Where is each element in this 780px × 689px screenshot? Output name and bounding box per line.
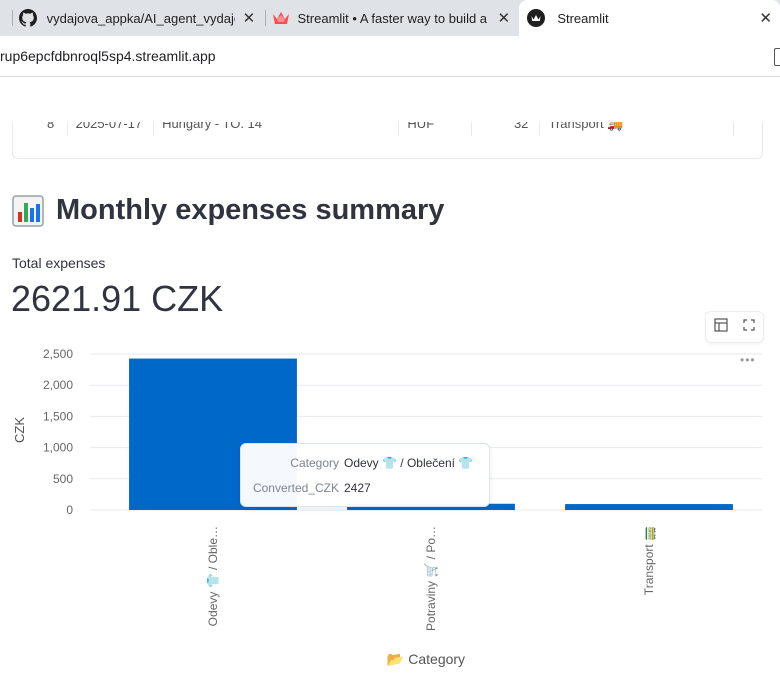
y-tick-label: 2,500 — [43, 347, 73, 361]
table-cell: Hungary - TO. 14 — [154, 122, 400, 136]
table-cell: Transport 🚚 — [540, 122, 735, 136]
table-cell: HUF — [399, 122, 472, 136]
x-tick-label: Potraviny 🛒 / Po… — [424, 526, 438, 631]
metric-label: Total expenses — [12, 255, 106, 271]
x-axis-ticks: Odevy 👕 / Oble… Potraviny 🛒 / Po… Transpor… — [206, 526, 656, 631]
streamlit-favicon — [527, 9, 546, 27]
close-tab-icon[interactable]: ✕ — [243, 9, 256, 27]
browser-edge-icon — [774, 48, 780, 66]
address-bar[interactable]: rup6epcfdbnroql5sp4.streamlit.app — [0, 36, 780, 77]
tab-github[interactable]: vydajova_appka/AI_agent_vydajo ✕ — [13, 0, 265, 36]
x-tick-label: Transport 🚃 — [642, 526, 656, 595]
page-title: Monthly expenses summary — [12, 194, 444, 227]
close-tab-icon[interactable]: ✕ — [759, 9, 772, 27]
x-tick-label: Odevy 👕 / Oble… — [206, 526, 220, 626]
table-cell: 2025-07-17 — [68, 122, 155, 136]
tooltip-key: Category — [290, 456, 339, 470]
github-icon — [18, 9, 37, 27]
bar-chart[interactable]: 0 500 1,000 1,500 2,000 2,500 Odevy 👕 / Oble…… — [0, 340, 780, 689]
y-tick-label: 500 — [53, 472, 73, 486]
table-cell: 8 — [13, 122, 68, 136]
tab-streamlit-active[interactable]: Streamlit ✕ — [519, 0, 780, 36]
table-row: 8 2025-07-17 Hungary - TO. 14 HUF 32 Tra… — [13, 122, 762, 136]
y-tick-label: 0 — [66, 503, 73, 517]
expenses-table[interactable]: 8 2025-07-17 Hungary - TO. 14 HUF 32 Tra… — [12, 122, 763, 159]
chart-toolbar — [705, 311, 764, 343]
tab-overflow-edge — [0, 0, 12, 36]
tooltip-key: Converted_CZK — [252, 481, 339, 495]
bar[interactable] — [565, 504, 733, 510]
tab-streamlit-home[interactable]: Streamlit • A faster way to build a ✕ — [266, 0, 520, 36]
tab-title: Streamlit — [557, 10, 609, 26]
table-view-icon[interactable] — [714, 317, 728, 337]
table-cell — [734, 122, 762, 136]
streamlit-crown-icon — [272, 11, 290, 25]
tab-title: vydajova_appka/AI_agent_vydajo — [46, 10, 235, 26]
table-cell: 32 — [472, 122, 541, 136]
fullscreen-icon[interactable] — [743, 318, 755, 336]
url-text[interactable]: rup6epcfdbnroql5sp4.streamlit.app — [0, 48, 216, 64]
header-title: Monthly expenses summary — [56, 194, 445, 226]
tooltip-value: Odevy 👕 / Oblečení 👕 — [344, 456, 474, 470]
y-tick-label: 2,000 — [43, 378, 73, 392]
y-tick-label: 1,500 — [43, 409, 73, 423]
tooltip-value: 2427 — [344, 481, 371, 495]
metric-value: 2621.91 CZK — [11, 278, 224, 319]
y-axis-ticks: 0 500 1,000 1,500 2,000 2,500 — [43, 347, 73, 517]
y-axis-label: CZK — [12, 417, 27, 443]
browser-tab-bar: vydajova_appka/AI_agent_vydajo ✕ Streaml… — [0, 0, 780, 36]
chart-icon — [12, 194, 44, 227]
tooltip-row-category: Category Odevy 👕 / Oblečení 👕 — [241, 456, 489, 472]
close-tab-icon[interactable]: ✕ — [498, 9, 511, 27]
tooltip-row-amount: Converted_CZK 2427 — [241, 481, 489, 497]
tab-title: Streamlit • A faster way to build a — [297, 10, 488, 26]
x-axis-label: 📂 Category — [387, 651, 465, 667]
chart-tooltip: Category Odevy 👕 / Oblečení 👕 Converted_… — [240, 443, 490, 507]
y-tick-label: 1,000 — [43, 441, 73, 455]
